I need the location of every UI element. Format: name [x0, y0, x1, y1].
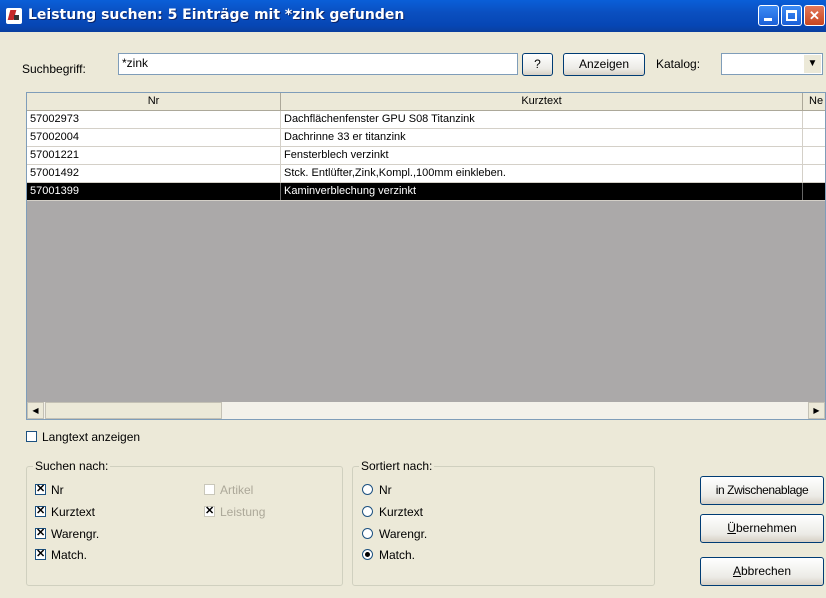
search-nr-checkbox[interactable] — [35, 482, 46, 495]
table-row[interactable]: 57002973 Dachflächenfenster GPU S08 Tita… — [27, 111, 825, 129]
copy-to-clipboard-button[interactable]: in Zwischenablage — [700, 476, 824, 505]
search-kurztext-label: Kurztext — [51, 505, 96, 519]
app-icon — [6, 8, 22, 24]
search-artikel-label: Artikel — [220, 483, 254, 497]
maximize-button[interactable] — [781, 5, 802, 26]
search-by-legend: Suchen nach: — [33, 459, 111, 473]
sort-kurztext-radio[interactable] — [362, 506, 373, 517]
cell-kurztext: Kaminverblechung verzinkt — [281, 183, 803, 200]
sort-nr-label: Nr — [379, 483, 392, 497]
search-input[interactable]: *zink — [118, 53, 518, 75]
catalog-label: Katalog: — [656, 57, 701, 71]
search-kurztext-checkbox[interactable] — [35, 504, 46, 517]
scroll-right-icon[interactable]: ▶ — [808, 402, 825, 419]
maximize-icon — [786, 10, 797, 21]
close-button[interactable]: ✕ — [804, 5, 825, 26]
cell-nr: 57002973 — [27, 111, 281, 128]
sort-warengr-label: Warengr. — [379, 527, 428, 541]
cell-nr: 57001399 — [27, 183, 281, 200]
langtext-label: Langtext anzeigen — [42, 430, 141, 444]
scroll-left-icon[interactable]: ◀ — [27, 402, 44, 419]
column-header-nr[interactable]: Nr — [27, 93, 281, 111]
search-leistung-label: Leistung — [220, 505, 266, 519]
search-leistung-checkbox — [204, 504, 215, 517]
search-label: Suchbegriff: — [22, 62, 86, 76]
minimize-icon — [764, 18, 772, 21]
search-warengr-checkbox[interactable] — [35, 526, 46, 539]
table-row[interactable]: 57001492 Stck. Entlüfter,Zink,Kompl.,100… — [27, 165, 825, 183]
accept-label: bernehmen — [735, 521, 797, 535]
sort-warengr-radio[interactable] — [362, 528, 373, 539]
sort-nr-radio[interactable] — [362, 484, 373, 495]
cell-kurztext: Fensterblech verzinkt — [281, 147, 803, 164]
search-by-group: Suchen nach: — [26, 459, 343, 586]
scroll-thumb[interactable] — [45, 402, 222, 419]
close-icon: ✕ — [809, 8, 820, 23]
window-title: Leistung suchen: 5 Einträge mit *zink ge… — [28, 7, 405, 23]
show-button[interactable]: Anzeigen — [563, 53, 645, 76]
search-warengr-label: Warengr. — [51, 527, 100, 541]
cell-nr: 57001492 — [27, 165, 281, 182]
search-input-value: *zink — [122, 56, 149, 70]
table-row[interactable]: 57002004 Dachrinne 33 er titanzink — [27, 129, 825, 147]
sort-match-radio[interactable] — [362, 549, 373, 560]
chevron-down-icon[interactable]: ▼ — [804, 55, 821, 73]
table-row-selected[interactable]: 57001399 Kaminverblechung verzinkt — [27, 183, 825, 201]
search-nr-label: Nr — [51, 483, 64, 497]
accept-button[interactable]: Übernehmen — [700, 514, 824, 543]
title-bar[interactable]: Leistung suchen: 5 Einträge mit *zink ge… — [0, 0, 826, 32]
cancel-label: bbrechen — [740, 564, 792, 578]
column-header-kurztext[interactable]: Kurztext — [281, 93, 803, 111]
catalog-select[interactable]: ▼ — [721, 53, 823, 75]
cell-nr: 57002004 — [27, 129, 281, 146]
cell-kurztext: Dachrinne 33 er titanzink — [281, 129, 803, 146]
table-row[interactable]: 57001221 Fensterblech verzinkt — [27, 147, 825, 165]
results-table[interactable]: Nr Kurztext Ne 57002973 Dachflächenfenst… — [26, 92, 826, 420]
cancel-accesskey: A — [732, 564, 741, 578]
cell-nr: 57001221 — [27, 147, 281, 164]
sort-by-legend: Sortiert nach: — [359, 459, 435, 473]
column-header-ne[interactable]: Ne — [803, 93, 825, 111]
help-button[interactable]: ? — [522, 53, 553, 76]
cell-kurztext: Dachflächenfenster GPU S08 Titanzink — [281, 111, 803, 128]
search-artikel-checkbox — [204, 484, 215, 495]
cell-kurztext: Stck. Entlüfter,Zink,Kompl.,100mm einkle… — [281, 165, 803, 182]
horizontal-scrollbar[interactable]: ◀ ▶ — [27, 402, 825, 419]
accept-accesskey: Ü — [727, 521, 736, 535]
search-match-checkbox[interactable] — [35, 547, 46, 560]
search-match-label: Match. — [51, 548, 88, 562]
sort-kurztext-label: Kurztext — [379, 505, 424, 519]
minimize-button[interactable] — [758, 5, 779, 26]
sort-by-group: Sortiert nach: — [352, 459, 655, 586]
sort-match-label: Match. — [379, 548, 416, 562]
langtext-checkbox[interactable] — [26, 431, 37, 442]
cancel-button[interactable]: Abbrechen — [700, 557, 824, 586]
